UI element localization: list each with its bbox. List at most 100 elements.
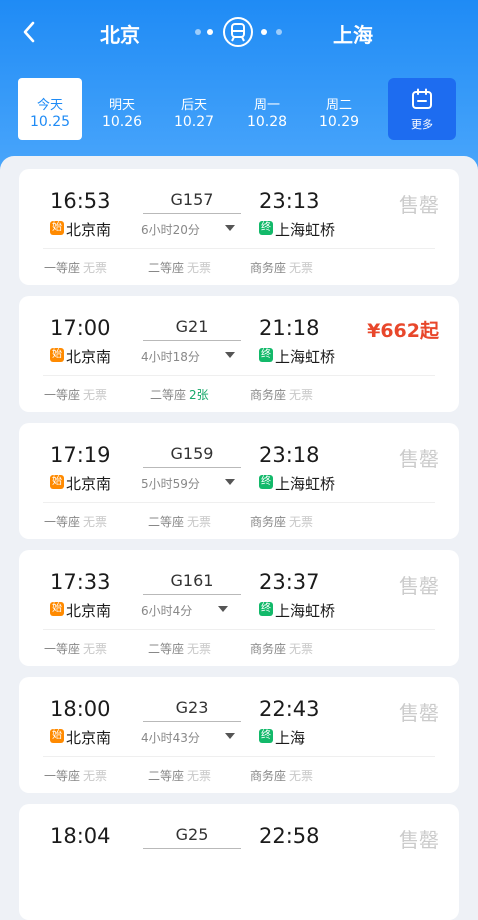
date-tab-tuesday[interactable]: 周二 10.29 [307,78,371,140]
arrival-time: 21:18 [259,316,320,340]
date-tab-date: 10.28 [246,114,288,130]
expand-caret-icon[interactable] [225,479,235,485]
calendar-icon [412,88,432,109]
seat-type: 二等座 [148,642,185,656]
seat-type: 二等座 [148,515,185,529]
seat-availability: 无票 [289,769,314,783]
train-list: 16:53 G157 23:13 售罄 始 北京南 6小时20分 终 上海虹桥 … [0,156,478,920]
seat-second-class: 二等座 无票 [148,640,211,657]
departure-station: 北京南 [66,221,112,239]
expand-caret-icon[interactable] [225,225,235,231]
seat-availability: 无票 [187,261,212,275]
sold-out-status: 售罄 [399,701,439,725]
date-tab-day: 后天 [180,98,207,113]
arrival-station: 上海虹桥 [275,221,336,239]
train-number: G21 [175,317,209,336]
seat-business-class: 商务座 无票 [250,259,313,276]
seat-availability: 无票 [289,388,314,402]
back-arrow-icon[interactable] [16,16,44,48]
train-card[interactable]: 17:33 G161 23:37 售罄 始 北京南 6小时4分 终 上海虹桥 一… [19,550,459,666]
seat-type: 二等座 [150,388,187,402]
seat-first-class: 一等座 无票 [44,640,107,657]
date-tab-day: 明天 [108,98,135,113]
end-station-badge: 终 [259,729,273,743]
start-station-badge: 始 [50,602,64,616]
arrival-city[interactable]: 上海 [333,19,373,48]
route-line [143,848,241,849]
arrival-time: 23:37 [259,570,320,594]
train-card[interactable]: 18:04 G25 22:58 售罄 [19,804,459,920]
date-tab-today[interactable]: 今天 10.25 [18,78,82,140]
date-tab-date: 10.26 [101,114,143,130]
departure-time: 18:04 [50,824,111,848]
train-switch-icon[interactable] [222,16,254,48]
seat-type: 商务座 [250,388,287,402]
seat-second-class: 二等座 2张 [150,386,209,403]
seat-availability: 无票 [187,515,212,529]
seat-first-class: 一等座 无票 [44,767,107,784]
seat-business-class: 商务座 无票 [250,767,313,784]
seat-type: 一等座 [44,769,81,783]
seat-availability: 无票 [187,642,212,656]
sold-out-status: 售罄 [399,447,439,471]
start-station-badge: 始 [50,729,64,743]
seat-business-class: 商务座 无票 [250,640,313,657]
expand-caret-icon[interactable] [225,733,235,739]
header: 北京 上海 今天 10.25 明天 10.26 后天 10.27 周一 10.2… [0,0,478,175]
train-card[interactable]: 17:00 G21 21:18 ¥662起 始 北京南 4小时18分 终 上海虹… [19,296,459,412]
seat-first-class: 一等座 无票 [44,259,107,276]
end-station-badge: 终 [259,475,273,489]
travel-duration: 4小时18分 [141,350,200,364]
date-tab-day: 周一 [253,98,280,113]
date-tab-date: 10.25 [29,114,71,130]
departure-city[interactable]: 北京 [100,19,140,48]
expand-caret-icon[interactable] [218,606,228,612]
departure-station: 北京南 [66,729,112,747]
seat-availability: 无票 [83,515,108,529]
seat-availability: 无票 [83,769,108,783]
seat-type: 二等座 [148,261,185,275]
date-tab-day: 今天 [36,98,63,113]
price-label: ¥662起 [367,320,439,342]
train-card[interactable]: 18:00 G23 22:43 售罄 始 北京南 4小时43分 终 上海 一等座… [19,677,459,793]
date-tab-day-after[interactable]: 后天 10.27 [162,78,226,140]
date-tab-date: 10.27 [173,114,215,130]
seat-first-class: 一等座 无票 [44,513,107,530]
travel-duration: 6小时4分 [141,604,193,618]
departure-station: 北京南 [66,602,112,620]
arrival-station: 上海虹桥 [275,602,336,620]
arrival-station: 上海虹桥 [275,475,336,493]
seat-type: 二等座 [148,769,185,783]
start-station-badge: 始 [50,348,64,362]
sold-out-status: 售罄 [399,828,439,852]
seat-type: 商务座 [250,642,287,656]
seat-second-class: 二等座 无票 [148,259,211,276]
more-dates-button[interactable]: 更多 [388,78,456,140]
date-selector: 今天 10.25 明天 10.26 后天 10.27 周一 10.28 周二 1… [0,78,478,142]
departure-station: 北京南 [66,348,112,366]
date-tab-monday[interactable]: 周一 10.28 [235,78,299,140]
seat-availability: 无票 [83,388,108,402]
start-station-badge: 始 [50,221,64,235]
seat-business-class: 商务座 无票 [250,386,313,403]
departure-time: 17:00 [50,316,111,340]
train-card[interactable]: 16:53 G157 23:13 售罄 始 北京南 6小时20分 终 上海虹桥 … [19,169,459,285]
divider [43,248,435,249]
date-tab-tomorrow[interactable]: 明天 10.26 [90,78,154,140]
route-line [143,467,241,468]
route-dot-icon [276,29,282,35]
expand-caret-icon[interactable] [225,352,235,358]
departure-time: 18:00 [50,697,111,721]
end-station-badge: 终 [259,348,273,362]
travel-duration: 4小时43分 [141,731,200,745]
seat-availability: 无票 [187,769,212,783]
seat-type: 商务座 [250,515,287,529]
seat-type: 商务座 [250,769,287,783]
seat-availability: 2张 [189,388,209,402]
departure-station: 北京南 [66,475,112,493]
seat-type: 商务座 [250,261,287,275]
arrival-station: 上海虹桥 [275,348,336,366]
departure-time: 17:19 [50,443,111,467]
seat-type: 一等座 [44,515,81,529]
train-card[interactable]: 17:19 G159 23:18 售罄 始 北京南 5小时59分 终 上海虹桥 … [19,423,459,539]
